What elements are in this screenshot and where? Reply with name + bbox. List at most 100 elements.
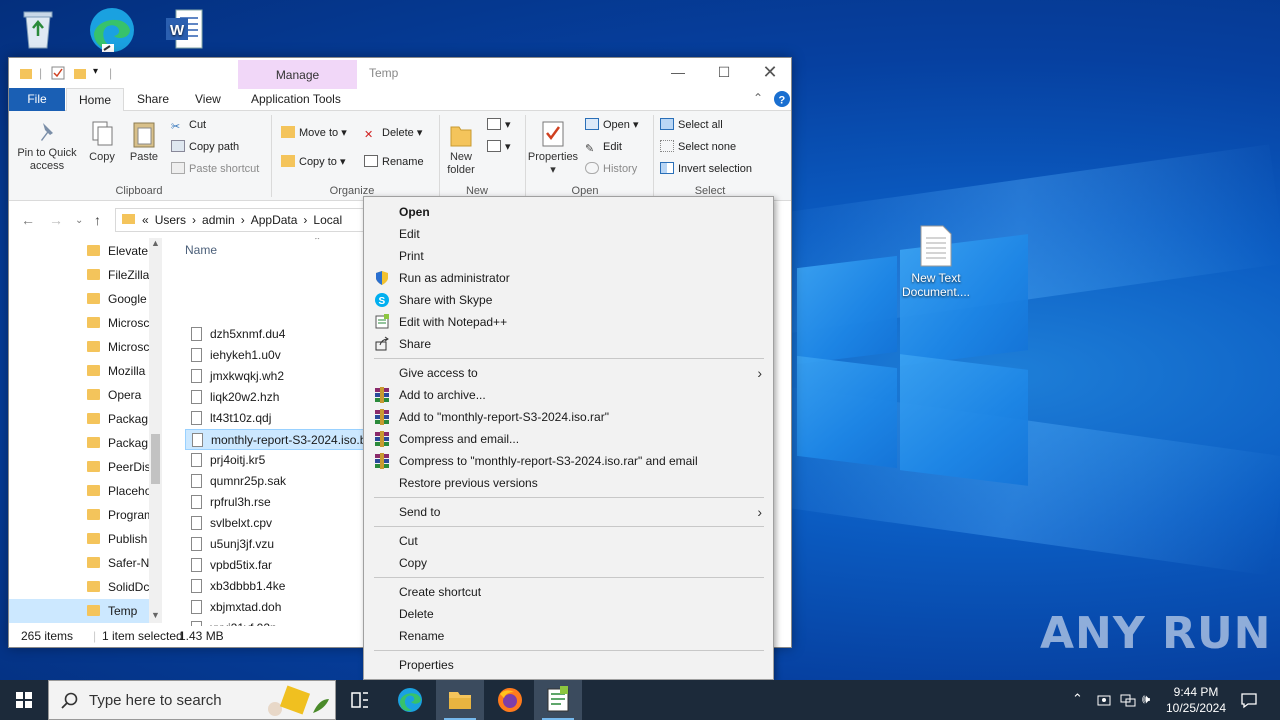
network-icon[interactable] bbox=[1119, 692, 1137, 708]
file-row[interactable]: xbjmxtad.doh bbox=[185, 597, 365, 618]
forward-arrow-icon[interactable]: → bbox=[49, 212, 63, 228]
easy-access-button[interactable]: ▾ bbox=[487, 137, 511, 157]
context-menu-item[interactable]: Edit with Notepad++ bbox=[365, 311, 772, 333]
context-menu-item[interactable]: Send to › bbox=[365, 501, 772, 523]
file-row[interactable]: liqk20w2.hzh bbox=[185, 387, 365, 408]
recent-locations-chevron-icon[interactable]: ⌄ bbox=[75, 215, 83, 226]
nav-item[interactable]: Temp bbox=[9, 599, 149, 623]
file-row[interactable]: jmxkwqkj.wh2 bbox=[185, 366, 365, 387]
breadcrumb-overflow[interactable]: « bbox=[142, 213, 149, 227]
context-menu-item[interactable]: Run as administrator bbox=[365, 267, 772, 289]
customize-quick-access-icon[interactable]: ▾ bbox=[93, 66, 98, 77]
collapse-ribbon-icon[interactable]: ⌃ bbox=[753, 91, 763, 105]
context-menu-item[interactable]: Add to archive... bbox=[365, 384, 772, 406]
context-menu-item[interactable]: Share bbox=[365, 333, 772, 355]
paste-button[interactable]: Paste bbox=[125, 119, 163, 164]
file-row[interactable]: vpbd5tix.far bbox=[185, 555, 365, 576]
file-row[interactable]: xb3dbbb1.4ke bbox=[185, 576, 365, 597]
file-row[interactable]: u5unj3jf.vzu bbox=[185, 534, 365, 555]
file-row[interactable]: svlbelxt.cpv bbox=[185, 513, 365, 534]
new-folder-icon[interactable] bbox=[73, 66, 87, 80]
nav-item[interactable]: Elevate bbox=[87, 239, 148, 263]
volume-icon[interactable]: 🕪 bbox=[1142, 691, 1150, 707]
nav-item[interactable]: Program bbox=[87, 503, 154, 527]
breadcrumb-admin[interactable]: admin bbox=[202, 213, 235, 227]
nav-item[interactable]: Opera bbox=[87, 383, 141, 407]
copy-to-button[interactable]: Copy to ▾ bbox=[281, 152, 346, 172]
copy-path-button[interactable]: Copy path bbox=[171, 137, 239, 157]
scroll-up-icon[interactable]: ▲ bbox=[151, 238, 160, 248]
context-menu-item[interactable]: Rename bbox=[365, 625, 772, 647]
context-menu-item[interactable]: Add to "monthly-report-S3-2024.iso.rar" bbox=[365, 406, 772, 428]
nav-item[interactable]: Google bbox=[87, 287, 147, 311]
nav-item[interactable]: Packag bbox=[87, 431, 148, 455]
nav-item[interactable]: Publish bbox=[87, 527, 147, 551]
file-row[interactable]: monthly-report-S3-2024.iso.b bbox=[185, 429, 365, 450]
notification-center-icon[interactable] bbox=[1240, 691, 1258, 709]
delete-button[interactable]: ✕ Delete ▾ bbox=[364, 123, 422, 143]
nav-item[interactable]: Microsc bbox=[87, 311, 149, 335]
system-clock[interactable]: 9:44 PM 10/25/2024 bbox=[1162, 684, 1230, 716]
context-menu-item[interactable]: Cut bbox=[365, 530, 772, 552]
file-row[interactable]: iehykeh1.u0v bbox=[185, 345, 365, 366]
nav-item[interactable]: Placeho bbox=[87, 479, 151, 503]
nav-item[interactable]: PeerDis bbox=[87, 455, 151, 479]
breadcrumb-appdata[interactable]: AppData bbox=[251, 213, 298, 227]
file-row[interactable]: lt43t10z.qdj bbox=[185, 408, 365, 429]
file-row[interactable]: rpfrul3h.rse bbox=[185, 492, 365, 513]
show-hidden-icons-chevron-icon[interactable]: ⌃ bbox=[1072, 691, 1083, 707]
file-row[interactable]: prj4oitj.kr5 bbox=[185, 450, 365, 471]
minimize-button[interactable]: — bbox=[655, 58, 701, 88]
context-menu-item[interactable]: Open bbox=[365, 201, 772, 223]
paste-shortcut-button[interactable]: Paste shortcut bbox=[171, 159, 259, 179]
back-arrow-icon[interactable]: ← bbox=[21, 212, 35, 228]
nav-item[interactable]: FileZilla bbox=[87, 263, 149, 287]
properties-button[interactable]: Properties ▾ bbox=[525, 119, 581, 177]
tab-share[interactable]: Share bbox=[125, 88, 181, 111]
tab-file[interactable]: File bbox=[9, 88, 65, 111]
properties-check-icon[interactable] bbox=[51, 66, 65, 80]
taskbar-firefox-button[interactable] bbox=[486, 680, 534, 720]
breadcrumb-users[interactable]: Users bbox=[155, 213, 186, 227]
history-button[interactable]: History bbox=[585, 159, 637, 179]
address-bar[interactable]: « Users › admin › AppData › Local bbox=[115, 208, 365, 232]
column-header-name[interactable]: Name bbox=[185, 243, 217, 257]
help-icon[interactable]: ? bbox=[774, 91, 790, 107]
context-menu-item[interactable]: Create shortcut bbox=[365, 581, 772, 603]
desktop-icon-edge[interactable] bbox=[74, 6, 150, 57]
new-item-button[interactable]: ▾ bbox=[487, 115, 511, 135]
breadcrumb-local[interactable]: Local bbox=[313, 213, 342, 227]
context-menu-item[interactable]: Give access to › bbox=[365, 362, 772, 384]
maximize-button[interactable]: ☐ bbox=[701, 58, 747, 88]
cut-button[interactable]: ✂ Cut bbox=[171, 115, 206, 135]
context-menu-item[interactable]: Print bbox=[365, 245, 772, 267]
taskbar-search-box[interactable]: Type here to search bbox=[48, 680, 336, 720]
task-view-button[interactable] bbox=[336, 680, 384, 720]
context-menu-item[interactable]: S Share with Skype bbox=[365, 289, 772, 311]
select-none-button[interactable]: Select none bbox=[660, 137, 736, 157]
select-all-button[interactable]: Select all bbox=[660, 115, 723, 135]
title-bar[interactable]: | ▾ | Manage Temp — ☐ ✕ bbox=[9, 58, 793, 89]
nav-item[interactable]: Mozilla bbox=[87, 359, 145, 383]
desktop-icon-new-text-document[interactable]: New Text Document.... bbox=[898, 224, 974, 299]
taskbar-file-explorer-button[interactable] bbox=[436, 680, 484, 720]
tab-application-tools[interactable]: Application Tools bbox=[239, 88, 353, 111]
context-menu-item[interactable]: Compress to "monthly-report-S3-2024.iso.… bbox=[365, 450, 772, 472]
scroll-down-icon[interactable]: ▼ bbox=[151, 610, 160, 620]
rename-button[interactable]: Rename bbox=[364, 152, 424, 172]
move-to-button[interactable]: Move to ▾ bbox=[281, 123, 347, 143]
nav-item[interactable]: Microsc bbox=[87, 335, 149, 359]
pin-to-quick-access-button[interactable]: Pin to Quick access bbox=[13, 119, 81, 173]
context-menu-item[interactable]: Edit bbox=[365, 223, 772, 245]
invert-selection-button[interactable]: Invert selection bbox=[660, 159, 752, 179]
file-row[interactable]: dzh5xnmf.du4 bbox=[185, 324, 365, 345]
start-button[interactable] bbox=[0, 680, 48, 720]
close-button[interactable]: ✕ bbox=[747, 58, 793, 88]
open-button[interactable]: Open ▾ bbox=[585, 115, 639, 135]
desktop-icon-word[interactable]: W bbox=[146, 6, 222, 55]
desktop-icon-recycle-bin[interactable] bbox=[0, 6, 76, 53]
edit-button[interactable]: ✎ Edit bbox=[585, 137, 622, 157]
meet-now-icon[interactable] bbox=[1096, 692, 1112, 708]
context-menu-item[interactable]: Copy bbox=[365, 552, 772, 574]
copy-button[interactable]: Copy bbox=[85, 119, 119, 164]
